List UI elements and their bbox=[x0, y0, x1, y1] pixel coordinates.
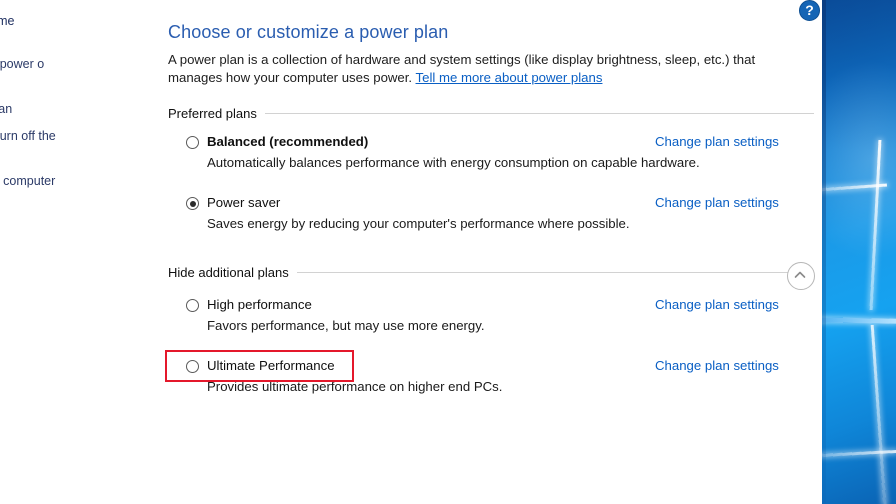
sidebar-item-create-power-plan[interactable]: ower plan bbox=[0, 101, 158, 118]
change-plan-settings-power-saver[interactable]: Change plan settings bbox=[655, 195, 779, 210]
desktop-wallpaper bbox=[822, 0, 896, 504]
plan-row-ultimate-performance-main: Ultimate Performance Change plan setting… bbox=[186, 358, 806, 377]
screen-root: anel Home hat the power o ower plan hen … bbox=[0, 0, 896, 504]
sidebar-item-power-buttons[interactable]: hat the power o bbox=[0, 56, 158, 73]
radio-high-performance[interactable] bbox=[186, 299, 199, 312]
plan-row-ultimate-performance[interactable]: Ultimate Performance Change plan setting… bbox=[186, 358, 806, 394]
content-pane: Choose or customize a power plan A power… bbox=[160, 0, 822, 504]
radio-ultimate-performance[interactable] bbox=[186, 360, 199, 373]
plan-name-power-saver[interactable]: Power saver bbox=[207, 195, 280, 210]
plan-row-high-performance-main: High performance Change plan settings bbox=[186, 297, 806, 316]
control-panel-window: anel Home hat the power o ower plan hen … bbox=[0, 0, 822, 504]
plan-name-ultimate-performance[interactable]: Ultimate Performance bbox=[207, 358, 335, 373]
intro-paragraph: A power plan is a collection of hardware… bbox=[168, 51, 796, 87]
wallpaper-pane-edge-vertical-lower bbox=[870, 325, 887, 504]
plan-description-balanced: Automatically balances performance with … bbox=[207, 155, 700, 170]
page-title: Choose or customize a power plan bbox=[168, 22, 449, 42]
plan-name-high-performance[interactable]: High performance bbox=[207, 297, 312, 312]
radio-balanced[interactable] bbox=[186, 136, 199, 149]
change-plan-settings-high-performance[interactable]: Change plan settings bbox=[655, 297, 779, 312]
plan-description-high-performance: Favors performance, but may use more ene… bbox=[207, 318, 485, 333]
plan-row-power-saver-main: Power saver Change plan settings bbox=[186, 195, 806, 214]
preferred-plans-header: Preferred plans bbox=[168, 106, 814, 121]
plan-description-ultimate-performance: Provides ultimate performance on higher … bbox=[207, 379, 503, 394]
plan-description-power-saver: Saves energy by reducing your computer's… bbox=[207, 216, 630, 231]
radio-power-saver[interactable] bbox=[186, 197, 199, 210]
additional-plans-header: Hide additional plans bbox=[168, 265, 788, 280]
sidebar-item-computer-sleeps[interactable]: hen the computer bbox=[0, 173, 158, 190]
sidebar-item-turn-off-display[interactable]: hen to turn off the bbox=[0, 128, 158, 145]
wallpaper-pane-edge-horizontal-middle bbox=[822, 317, 896, 324]
help-icon[interactable]: ? bbox=[799, 0, 820, 21]
plan-row-power-saver[interactable]: Power saver Change plan settings Saves e… bbox=[186, 195, 806, 231]
preferred-plans-rule bbox=[264, 113, 814, 114]
change-plan-settings-ultimate-performance[interactable]: Change plan settings bbox=[655, 358, 779, 373]
chevron-up-icon[interactable] bbox=[787, 262, 815, 290]
chevron-up-glyph bbox=[794, 271, 806, 278]
sidebar-item-control-panel-home[interactable]: anel Home bbox=[0, 13, 154, 30]
plan-row-high-performance[interactable]: High performance Change plan settings Fa… bbox=[186, 297, 806, 333]
change-plan-settings-balanced[interactable]: Change plan settings bbox=[655, 134, 779, 149]
plan-row-balanced[interactable]: Balanced (recommended) Change plan setti… bbox=[186, 134, 806, 170]
wallpaper-glow bbox=[822, 60, 896, 260]
plan-name-balanced[interactable]: Balanced (recommended) bbox=[207, 134, 368, 149]
additional-plans-label[interactable]: Hide additional plans bbox=[168, 265, 289, 280]
tell-me-more-link[interactable]: Tell me more about power plans bbox=[416, 70, 603, 85]
preferred-plans-label: Preferred plans bbox=[168, 106, 257, 121]
plan-row-balanced-main: Balanced (recommended) Change plan setti… bbox=[186, 134, 806, 153]
wallpaper-left-edge-shadow bbox=[822, 0, 826, 504]
additional-plans-rule bbox=[296, 272, 788, 273]
navigation-pane: anel Home hat the power o ower plan hen … bbox=[0, 0, 160, 504]
wallpaper-pane-edge-horizontal-lower bbox=[822, 449, 896, 458]
